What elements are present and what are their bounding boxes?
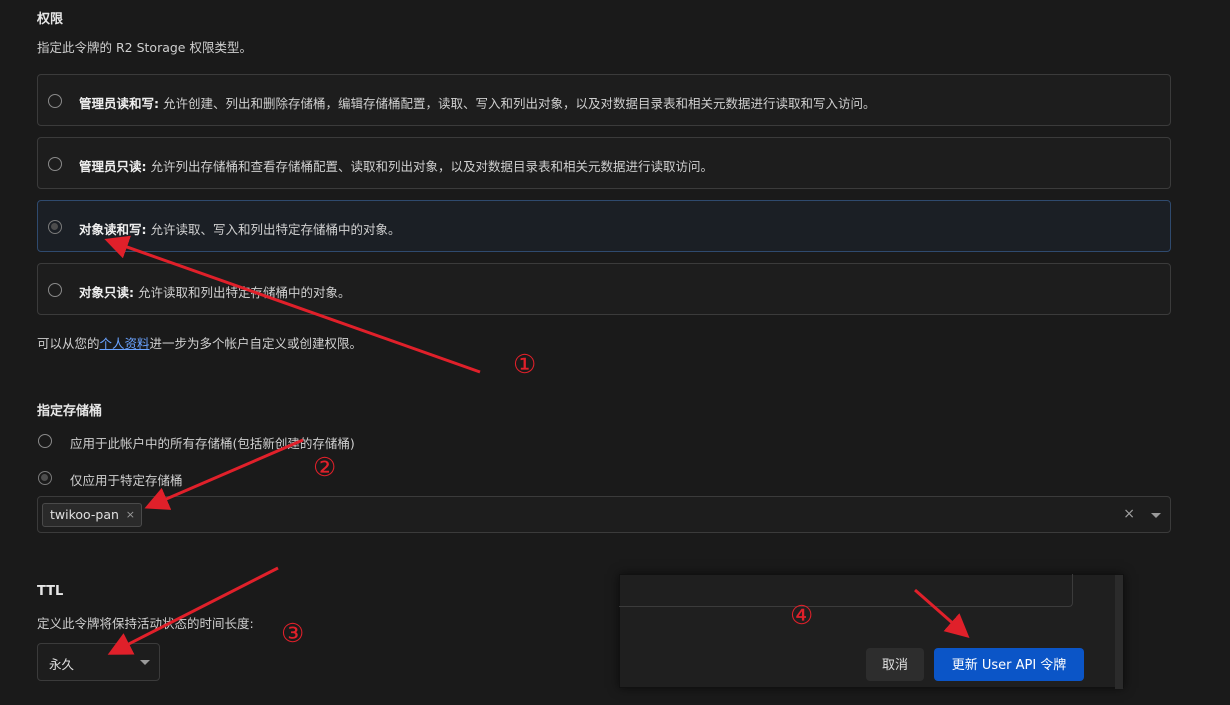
permission-option-object-read-write[interactable]: 对象读和写: 允许读取、写入和列出特定存储桶中的对象。: [37, 200, 1171, 252]
permission-option-admin-read-only[interactable]: 管理员只读: 允许列出存储桶和查看存储桶配置、读取和列出对象，以及对数据目录表和…: [37, 137, 1171, 189]
chip-remove-icon[interactable]: ×: [126, 504, 135, 526]
permission-name: 对象读和写:: [79, 222, 147, 237]
permission-desc: 允许读取和列出特定存储桶中的对象。: [137, 285, 351, 300]
radio-object-read-only[interactable]: [48, 283, 62, 297]
permission-option-object-read-only[interactable]: 对象只读: 允许读取和列出特定存储桶中的对象。: [37, 263, 1171, 315]
bucket-multiselect[interactable]: twikoo-pan × ×: [37, 496, 1171, 533]
ttl-description: 定义此令牌将保持活动状态的时间长度:: [37, 616, 254, 631]
bucket-chip-label: twikoo-pan: [50, 507, 119, 522]
radio-all-buckets[interactable]: [38, 434, 52, 448]
ttl-title: TTL: [37, 584, 64, 599]
specific-buckets-label: 仅应用于特定存储桶: [70, 473, 183, 488]
permission-desc: 允许读取、写入和列出特定存储桶中的对象。: [150, 222, 401, 237]
all-buckets-label: 应用于此帐户中的所有存储桶(包括新创建的存储桶): [70, 436, 355, 451]
chevron-down-icon[interactable]: [140, 660, 150, 665]
annotation-marker-2: ②: [313, 453, 337, 483]
chevron-down-icon[interactable]: [1151, 513, 1161, 518]
radio-specific-buckets[interactable]: [38, 471, 52, 485]
r2-api-token-form: 权限 指定此令牌的 R2 Storage 权限类型。 管理员读和写: 允许创建、…: [0, 0, 1230, 705]
annotation-marker-1: ①: [513, 350, 537, 380]
permissions-title: 权限: [37, 12, 64, 27]
permission-name: 对象只读:: [79, 285, 134, 300]
clear-icon[interactable]: ×: [1123, 506, 1135, 522]
radio-admin-read-write[interactable]: [48, 94, 62, 108]
permission-desc: 允许列出存储桶和查看存储桶配置、读取和列出对象，以及对数据目录表和相关元数据进行…: [150, 159, 713, 174]
buckets-title: 指定存储桶: [37, 404, 103, 419]
annotation-marker-3: ③: [281, 619, 305, 649]
profile-link[interactable]: 个人资料: [100, 336, 150, 351]
ttl-select[interactable]: 永久: [37, 643, 160, 681]
bucket-chip: twikoo-pan ×: [42, 503, 142, 527]
radio-object-read-write[interactable]: [48, 220, 62, 234]
permission-option-admin-read-write[interactable]: 管理员读和写: 允许创建、列出和删除存储桶，编辑存储桶配置，读取、写入和列出对象…: [37, 74, 1171, 126]
dialog-scrollbar[interactable]: [1115, 575, 1123, 689]
profile-note: 可以从您的个人资料进一步为多个帐户自定义或创建权限。: [37, 333, 362, 352]
radio-admin-read-only[interactable]: [48, 157, 62, 171]
permission-name: 管理员只读:: [79, 159, 147, 174]
update-token-button[interactable]: 更新 User API 令牌: [934, 648, 1084, 681]
dialog-content-box: [619, 574, 1073, 607]
profile-note-suffix: 进一步为多个帐户自定义或创建权限。: [149, 336, 363, 351]
permissions-description: 指定此令牌的 R2 Storage 权限类型。: [37, 40, 252, 55]
annotation-marker-4: ④: [790, 601, 814, 631]
ttl-select-value: 永久: [49, 657, 75, 672]
dialog-footer-panel: 取消 更新 User API 令牌: [619, 574, 1124, 689]
annotation-arrow-3: [107, 566, 279, 655]
profile-note-prefix: 可以从您的: [37, 336, 100, 351]
cancel-button[interactable]: 取消: [866, 648, 924, 681]
permission-name: 管理员读和写:: [79, 96, 159, 111]
permission-desc: 允许创建、列出和删除存储桶，编辑存储桶配置，读取、写入和列出对象，以及对数据目录…: [162, 96, 876, 111]
